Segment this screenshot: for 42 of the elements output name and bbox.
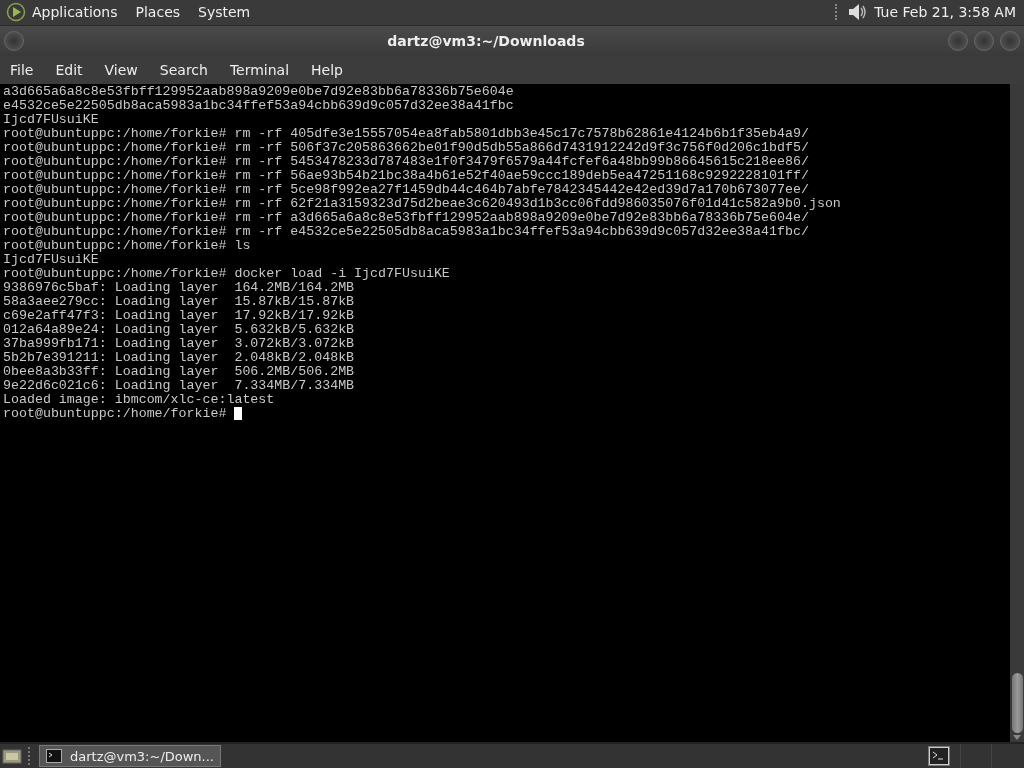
terminal-icon[interactable] [928,746,950,766]
terminal-line: Ijcd7FUsuiKE [3,252,99,267]
terminal-line: Ijcd7FUsuiKE [3,112,99,127]
terminal-line: root@ubuntuppc:/home/forkie# rm -rf 405dfe3e15557054ea8fab5801dbb3e45c17c7578b62861e4124b6b1f35eb4a9/ [3,126,809,141]
menu-item[interactable]: Edit [55,61,83,78]
terminal-line: root@ubuntuppc:/home/forkie# rm -rf 5453478233d787483e1f0f3479f6579a44fcfef6a48bb99b86645615c218ee86/ [3,154,809,169]
terminal-line: 0bee8a3b33ff: Loading layer 506.2MB/506.2MB [3,364,355,379]
terminal-line: root@ubuntuppc:/home/forkie# rm -rf e4532ce5e22505db8aca5983a1bc34ffef53a94cbb639d9c057d32ee38a41fbc/ [3,224,809,239]
terminal-line: 9386976c5baf: Loading layer 164.2MB/164.2MB [3,280,355,295]
terminal-line: root@ubuntuppc:/home/forkie# rm -rf 5ce98f992ea27f1459db44c464b7abfe7842345442e42ed39d7a170b673077ee/ [3,182,809,197]
terminal-line: c69e2aff47f3: Loading layer 17.92kB/17.92kB [3,308,355,323]
terminal-line: Loaded image: ibmcom/xlc-ce:latest [3,392,275,407]
desktop-icon[interactable] [2,747,22,765]
menu-item[interactable]: View [104,61,138,78]
terminal-line: 37ba999fb171: Loading layer 3.072kB/3.072kB [3,336,355,351]
terminal-line: e4532ce5e22505db8aca5983a1bc34ffef53a94cbb639d9c057d32ee38a41fbc [3,98,514,113]
terminal-line: root@ubuntuppc:/home/forkie# ls [3,238,251,253]
window-title: dartz@vm3:~/Downloads [386,32,586,49]
terminal-line: 9e22d6c021c6: Loading layer 7.334MB/7.334MB [3,378,355,393]
terminal-line: root@ubuntuppc:/home/forkie# [3,406,228,421]
scrollbar-thumb[interactable] [1011,673,1023,733]
menu-item[interactable]: Search [159,61,208,78]
taskbar-item[interactable]: dartz@vm3:~/Down... [39,745,221,767]
terminal-line: root@ubuntuppc:/home/forkie# rm -rf 56ae93b54b21bc38a4b61e52f40ae59ccc189deb5ea47251168c9292228101ff/ [3,168,809,183]
terminal-line: root@ubuntuppc:/home/forkie# docker load -i Ijcd7FUsuiKE [3,266,450,281]
terminal-line: 5b2b7e391211: Loading layer 2.048kB/2.048kB [3,350,355,365]
menu-item[interactable]: Terminal [229,61,290,78]
terminal-line: 012a64a89e24: Loading layer 5.632kB/5.632kB [3,322,355,337]
terminal-line: 58a3aee279cc: Loading layer 15.87kB/15.87kB [3,294,355,309]
play-logo-icon[interactable] [6,2,26,23]
panel-menu[interactable]: System [198,4,251,21]
clock[interactable]: Tue Feb 21, 3:58 AM [874,4,1016,21]
text-cursor [234,407,243,421]
terminal-line: root@ubuntuppc:/home/forkie# rm -rf 62f21a3159323d75d2beae3c620493d1b3cc06fdd986035076f01d41c582a9b0.json [3,196,841,211]
terminal-line: root@ubuntuppc:/home/forkie# rm -rf a3d665a6a8c8e53fbff129952aab898a9209e0be7d92e83bb6a78336b75e604e/ [3,210,809,225]
terminal-line: a3d665a6a8c8e53fbff129952aab898a9209e0be7d92e83bb6a78336b75e604e [3,84,514,99]
menu-item[interactable]: File [10,61,34,78]
panel-menu[interactable]: Applications [32,4,118,21]
terminal-line: root@ubuntuppc:/home/forkie# rm -rf 506f37c205863662be01f90d5db55a866d7431912242d9f3c756f0d206c1bdf5/ [3,140,809,155]
terminal-icon [46,749,62,763]
panel-menu[interactable]: Places [135,4,181,21]
menu-item[interactable]: Help [311,61,343,78]
